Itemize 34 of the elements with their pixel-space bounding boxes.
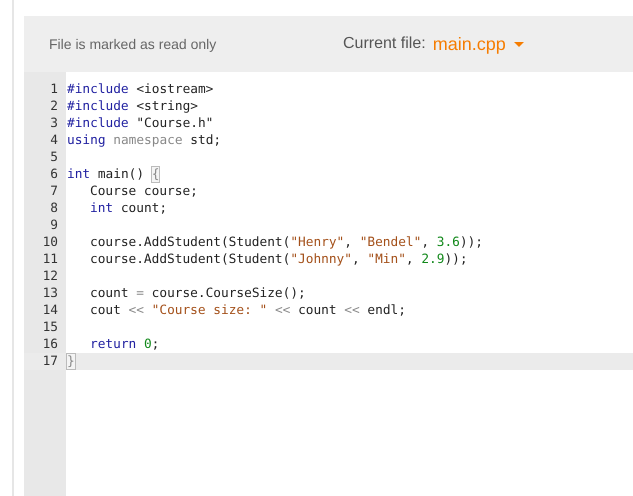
file-dropdown[interactable]: main.cpp: [432, 34, 524, 54]
line-number: 2: [49, 99, 59, 114]
line-number: 15: [42, 320, 59, 335]
read-only-notice: File is marked as read only: [49, 36, 218, 52]
code-line: #include <string>: [66, 99, 198, 114]
line-number: 1: [49, 82, 59, 97]
current-file-label: Current file:: [343, 35, 426, 53]
line-number: 12: [42, 269, 59, 284]
code-line: count = course.CourseSize();: [89, 286, 306, 301]
code-line: int count;: [89, 201, 168, 216]
line-number: 4: [49, 133, 59, 148]
line-number: 17: [42, 354, 59, 369]
code-line: #include "Course.h": [66, 116, 214, 131]
line-number: 8: [49, 201, 59, 216]
line-number: 3: [49, 116, 59, 131]
line-number: 13: [42, 286, 59, 301]
line-number: 14: [42, 303, 59, 318]
line-number: 5: [49, 150, 59, 165]
code-line: Course course;: [89, 184, 198, 199]
line-number: 16: [42, 337, 59, 352]
code-line: cout << "Course size: " << count << endl;: [89, 303, 406, 318]
code-line: return 0;: [89, 337, 160, 352]
code-line: using namespace std;: [66, 133, 222, 148]
line-number: 10: [42, 235, 59, 250]
code-line: #include <iostream>: [66, 82, 214, 97]
code-editor[interactable]: [24, 72, 633, 496]
code-line: int main() {: [66, 167, 160, 182]
line-number: 7: [49, 184, 59, 199]
line-number: 9: [49, 218, 59, 233]
line-number: 11: [42, 252, 59, 267]
caret-icon: [514, 42, 524, 46]
line-number: 6: [49, 167, 59, 182]
code-line: course.AddStudent(Student("Henry", "Bendel", 3.6));: [89, 235, 483, 250]
code-line: course.AddStudent(Student("Johnny", "Min", 2.9));: [89, 252, 468, 267]
